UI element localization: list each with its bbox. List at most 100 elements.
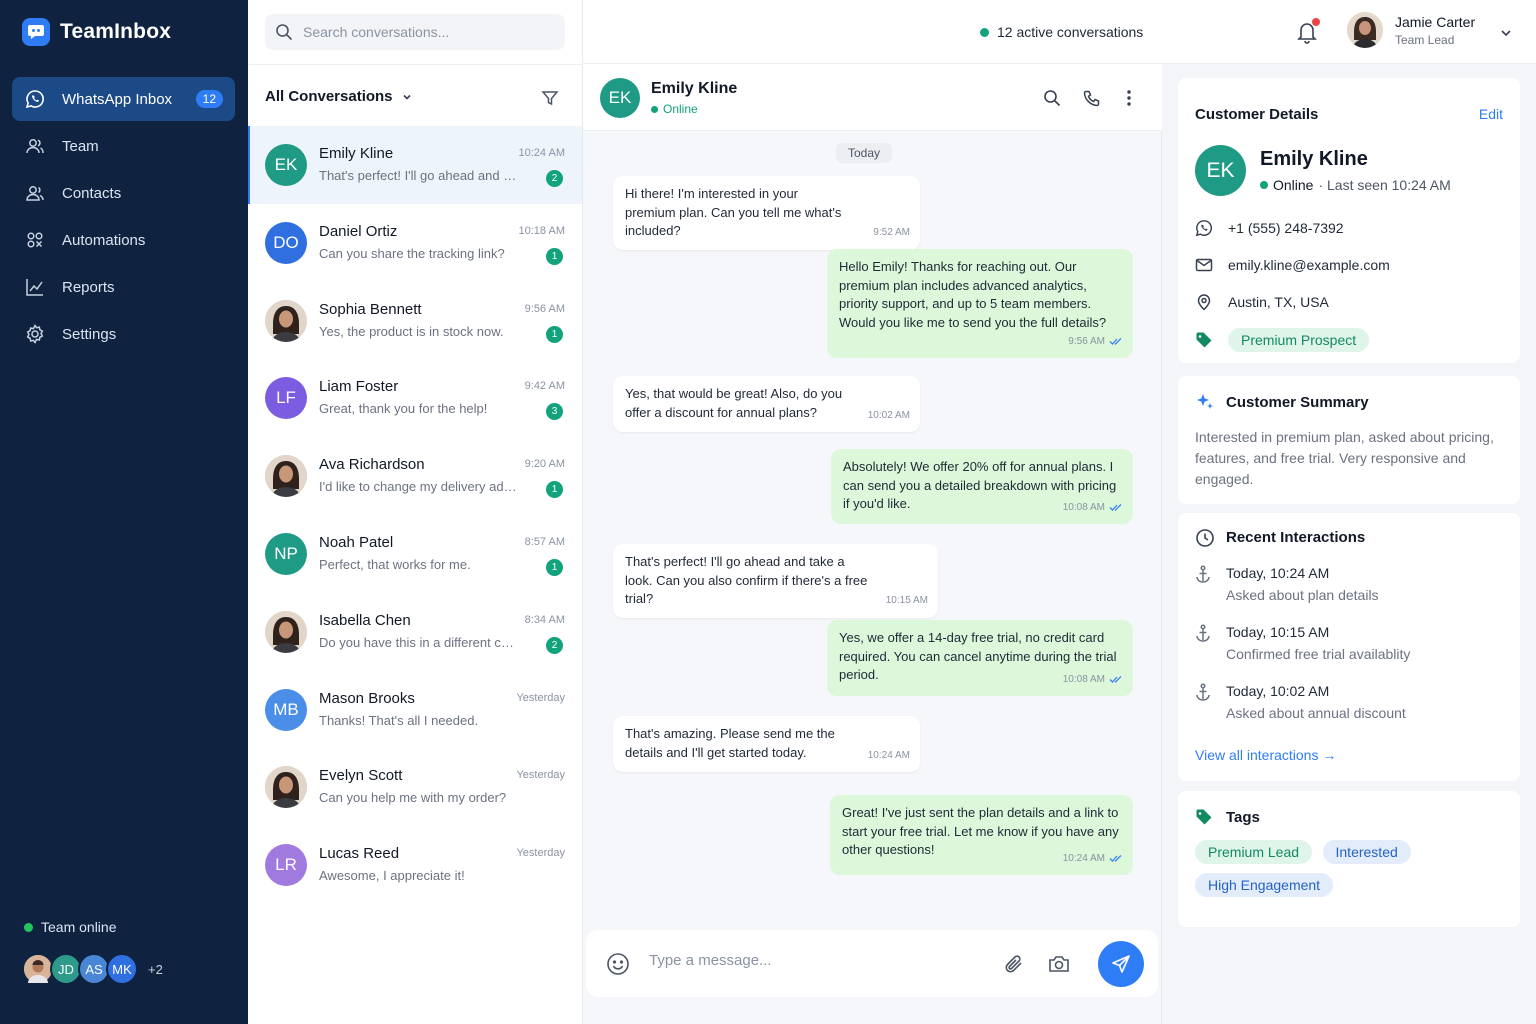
conversation-item[interactable]: MB Mason Brooks Yesterday Thanks! That's… — [248, 671, 582, 749]
card-title: Customer Details — [1195, 106, 1319, 123]
filter-funnel-button[interactable] — [541, 89, 559, 107]
unread-badge: 1 — [546, 481, 563, 499]
outgoing-message[interactable]: Absolutely! We offer 20% off for annual … — [831, 449, 1133, 524]
outgoing-message[interactable]: Great! I've just sent the plan details a… — [830, 795, 1133, 875]
email-row[interactable]: emily.kline@example.com — [1195, 256, 1390, 274]
tag-icon — [1195, 331, 1213, 349]
message-time: 10:08 AM — [1062, 501, 1105, 513]
outgoing-message[interactable]: Hello Emily! Thanks for reaching out. Ou… — [827, 249, 1133, 358]
avatar — [265, 610, 307, 653]
user-role: Team Lead — [1395, 32, 1455, 47]
message-text: Hi there! I'm interested in your premium… — [625, 186, 842, 238]
user-menu[interactable]: Jamie Carter Team Lead — [1347, 12, 1475, 48]
more-options-icon[interactable] — [1126, 89, 1132, 107]
sidebar-item-contacts[interactable]: Contacts — [12, 171, 235, 215]
interaction-item[interactable]: Today, 10:15 AM Confirmed free trial avai… — [1195, 624, 1410, 662]
conversation-name: Emily Kline — [319, 145, 394, 162]
conversation-preview: Yes, the product is in stock now. — [319, 323, 504, 339]
chevron-down-icon[interactable] — [1499, 26, 1513, 40]
team-online-status: Team online — [24, 919, 117, 935]
conversation-item[interactable]: Sophia Bennett 9:56 AM Yes, the product … — [248, 282, 582, 360]
sidebar-item-settings[interactable]: Settings — [12, 312, 235, 356]
avatar: MB — [265, 688, 307, 731]
message-time: 10:08 AM — [1062, 673, 1105, 685]
conversation-name: Daniel Ortiz — [319, 222, 398, 240]
conversation-preview: Perfect, that works for me. — [319, 557, 471, 572]
edit-button[interactable]: Edit — [1479, 106, 1503, 122]
avatar — [265, 299, 307, 342]
settings-icon — [24, 323, 46, 345]
sidebar-item-whatsapp-inbox[interactable]: WhatsApp Inbox 12 — [12, 77, 235, 121]
message-input[interactable] — [649, 952, 969, 969]
conversation-time: Yesterday — [516, 847, 565, 860]
interaction-description: Asked about annual discount — [1226, 705, 1406, 721]
conversation-name: Noah Patel — [319, 534, 394, 551]
conversation-item[interactable]: NP Noah Patel 8:57 AM Perfect, that work… — [248, 515, 582, 593]
view-all-interactions-link[interactable]: View all interactions → — [1195, 747, 1336, 763]
conversation-item[interactable]: Evelyn Scott Yesterday Can you help me w… — [248, 748, 582, 826]
outgoing-message[interactable]: Yes, we offer a 14-day free trial, no cr… — [827, 620, 1133, 696]
incoming-message[interactable]: Hi there! I'm interested in your premium… — [613, 176, 920, 250]
chat-header: EK Emily Kline Online — [583, 64, 1162, 131]
customer-details-card: Customer Details Edit EK Emily Kline Onl… — [1178, 78, 1520, 363]
search-icon[interactable] — [1043, 89, 1061, 107]
interaction-description: Confirmed free trial availablity — [1226, 646, 1411, 662]
emoji-icon[interactable] — [606, 952, 630, 976]
phone-row[interactable]: +1 (555) 248-7392 — [1195, 219, 1344, 237]
conversation-item[interactable]: Ava Richardson 9:20 AM I'd like to chang… — [248, 437, 582, 515]
conversation-item[interactable]: Isabella Chen 8:34 AM Do you have this i… — [248, 593, 582, 671]
interaction-item[interactable]: Today, 10:24 AM Asked about plan details — [1195, 565, 1379, 603]
automations-icon — [24, 229, 46, 251]
avatar[interactable]: EK — [600, 78, 640, 118]
camera-icon[interactable] — [1048, 953, 1070, 975]
conversation-body: Lucas Reed Yesterday Awesome, I apprecia… — [319, 840, 565, 890]
conversation-body: Isabella Chen 8:34 AM Do you have this i… — [319, 607, 565, 657]
conversation-name: Lucas Reed — [319, 845, 400, 863]
avatar: LR — [265, 844, 307, 887]
avatar: MK — [106, 953, 138, 985]
message-text: Hello Emily! Thanks for reaching out. Ou… — [839, 259, 1107, 330]
conversation-item[interactable]: LF Liam Foster 9:42 AM Great, thank you … — [248, 359, 582, 437]
mail-icon — [1195, 256, 1213, 274]
conversation-filter-dropdown[interactable]: All Conversations — [265, 88, 413, 105]
sparkle-icon — [1195, 392, 1215, 412]
phone-icon[interactable] — [1083, 89, 1101, 107]
team-avatar-stack[interactable]: JD AS MK +2 — [22, 953, 163, 985]
message-time: 9:52 AM — [873, 227, 910, 238]
sidebar-item-reports[interactable]: Reports — [12, 265, 235, 309]
conversation-body: Liam Foster 9:42 AM Great, thank you for… — [319, 373, 565, 423]
top-bar: 12 active conversations Jamie Carter Tea… — [583, 0, 1536, 64]
incoming-message[interactable]: That's amazing. Please send me the detai… — [613, 716, 920, 772]
search-input[interactable] — [303, 24, 543, 40]
conversation-name: Liam Foster — [319, 378, 399, 396]
location: Austin, TX, USA — [1228, 294, 1329, 310]
conversation-preview: Can you share the tracking link? — [319, 245, 505, 261]
conversation-preview: That's perfect! I'll go ahead and take a… — [319, 168, 519, 183]
tag-chip[interactable]: Premium Lead — [1195, 840, 1313, 864]
card-title: Tags — [1226, 809, 1260, 826]
interaction-item[interactable]: Today, 10:02 AM Asked about annual discou… — [1195, 683, 1406, 721]
conversation-item[interactable]: LR Lucas Reed Yesterday Awesome, I appre… — [248, 826, 582, 904]
message-timestamp: 10:15 AM — [886, 592, 928, 611]
filter-icon — [541, 89, 559, 107]
sidebar-item-team[interactable]: Team — [12, 124, 235, 168]
attachment-icon[interactable] — [1003, 953, 1025, 975]
conversation-preview: Do you have this in a different color? — [319, 634, 519, 650]
customer-tag[interactable]: Premium Prospect — [1228, 328, 1370, 352]
conversation-body: Ava Richardson 9:20 AM I'd like to chang… — [319, 451, 565, 501]
brand[interactable]: TeamInbox — [22, 18, 171, 46]
search-box[interactable] — [265, 14, 565, 50]
anchor-icon — [1195, 565, 1211, 603]
incoming-message[interactable]: Yes, that would be great! Also, do you o… — [613, 376, 920, 432]
avatar: NP — [265, 533, 307, 575]
incoming-message[interactable]: That's perfect! I'll go ahead and take a… — [613, 544, 938, 618]
tag-chip[interactable]: Interested — [1322, 840, 1411, 864]
status-dot — [980, 27, 989, 37]
tag-chip[interactable]: High Engagement — [1195, 873, 1334, 897]
conversation-name: Isabella Chen — [319, 611, 411, 629]
conversation-item[interactable]: EK Emily Kline 10:24 AM That's perfect! … — [248, 126, 582, 204]
conversation-item[interactable]: DO Daniel Ortiz 10:18 AM Can you share t… — [248, 204, 582, 282]
sidebar-item-automations[interactable]: Automations — [12, 218, 235, 262]
active-conversations-indicator: 12 active conversations — [980, 24, 1143, 40]
send-button[interactable] — [1098, 941, 1144, 987]
